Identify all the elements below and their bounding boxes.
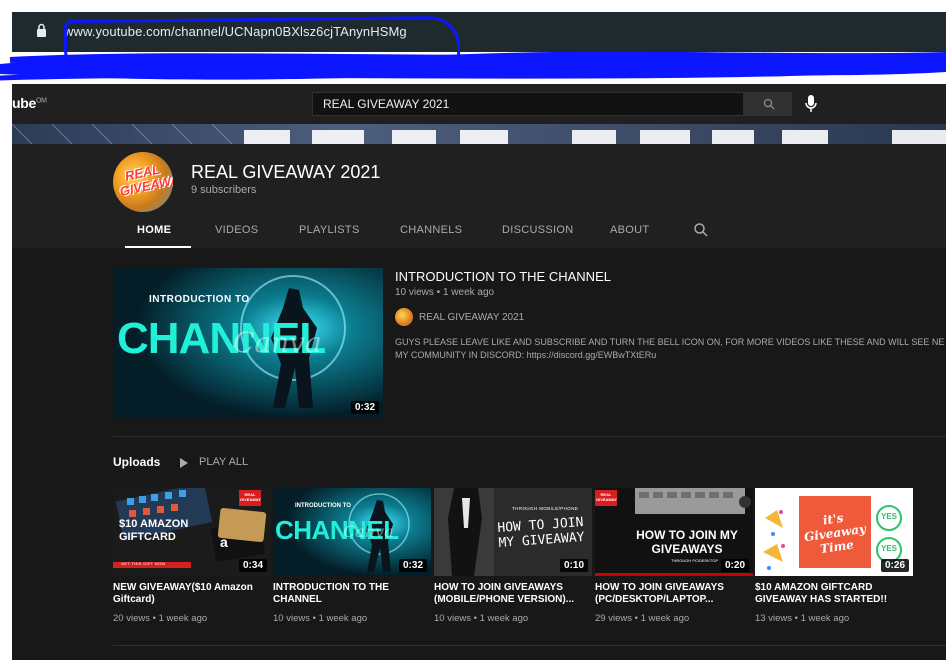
video-duration: 0:26 [880, 559, 909, 572]
video-thumbnail[interactable]: INTRODUCTION TO CHANNEL Canva 0:32 [273, 488, 431, 576]
video-card[interactable]: it's Giveaway Time YES YES 0:26 $10 AMAZ… [755, 488, 913, 624]
featured-thumb-watermark: Canva [233, 326, 322, 359]
featured-video-thumbnail[interactable]: INTRODUCTION TO CHANNEL Canva 0:32 [113, 268, 383, 418]
video-meta: 10 views • 1 week ago [273, 613, 368, 624]
video-thumbnail[interactable]: REAL GIVEAWAY HOW TO JOIN MY GIVEAWAYS T… [595, 488, 753, 576]
play-all-label: PLAY ALL [199, 456, 249, 468]
search-icon [763, 98, 775, 110]
video-card[interactable]: $10 AMAZON GIFTCARD GET THIS GIFT NOW RE… [113, 488, 271, 624]
video-title[interactable]: HOW TO JOIN GIVEAWAYS (MOBILE/PHONE VERS… [434, 582, 592, 608]
search-button[interactable] [744, 92, 792, 116]
tab-videos[interactable]: VIDEOS [215, 222, 258, 248]
video-thumbnail[interactable]: THROUGH MOBILE/PHONE HOW TO JOIN MY GIVE… [434, 488, 592, 576]
card4-thumb-badge: REAL GIVEAWAY [596, 492, 617, 502]
youtube-topbar: ubeOM REAL GIVEAWAY 2021 [12, 84, 946, 124]
tab-channels[interactable]: CHANNELS [400, 222, 462, 248]
card5-thumb-big-text: it's Giveaway Time [803, 510, 867, 557]
video-title[interactable]: NEW GIVEAWAY($10 Amazon Giftcard) [113, 582, 271, 608]
video-duration: 0:34 [238, 559, 267, 572]
card2-thumb-watermark: Canva [343, 522, 394, 541]
search-input-value: REAL GIVEAWAY 2021 [323, 97, 450, 111]
channel-search-icon[interactable] [693, 222, 709, 238]
card2-thumb-top-text: INTRODUCTION TO [295, 503, 351, 509]
avatar-logo-text: REAL GIVEAWAY [118, 161, 173, 200]
featured-video-title[interactable]: INTRODUCTION TO THE CHANNEL [395, 269, 611, 284]
video-meta: 10 views • 1 week ago [434, 613, 529, 624]
video-thumbnail[interactable]: it's Giveaway Time YES YES 0:26 [755, 488, 913, 576]
section-divider [113, 436, 946, 437]
youtube-logo[interactable]: ubeOM [12, 95, 47, 111]
channel-banner [12, 124, 946, 144]
tab-playlists[interactable]: PLAYLISTS [299, 222, 360, 248]
card1-thumb-ribbon: GET THIS GIFT NOW [121, 561, 166, 566]
tab-home[interactable]: HOME [125, 222, 191, 248]
card1-thumb-text: $10 AMAZON GIFTCARD [119, 518, 189, 543]
search-input[interactable]: REAL GIVEAWAY 2021 [312, 92, 744, 116]
channel-header: REAL GIVEAWAY REAL GIVEAWAY 2021 9 subsc… [12, 144, 946, 248]
featured-duration: 0:32 [350, 401, 379, 414]
featured-description: GUYS PLEASE LEAVE LIKE AND SUBSCRIBE AND… [395, 337, 945, 360]
card4-thumb-big-text: HOW TO JOIN MY GIVEAWAYS [636, 528, 738, 556]
video-duration: 0:10 [559, 559, 588, 572]
featured-channel-name[interactable]: REAL GIVEAWAY 2021 [419, 312, 524, 323]
tab-about[interactable]: ABOUT [610, 222, 649, 248]
youtube-app: ubeOM REAL GIVEAWAY 2021 REAL GIVEAWAY R… [12, 84, 946, 660]
channel-name: REAL GIVEAWAY 2021 [191, 162, 381, 182]
video-meta: 13 views • 1 week ago [755, 613, 850, 624]
subscriber-count: 9 subscribers [191, 184, 257, 196]
card3-thumb-small-text: THROUGH MOBILE/PHONE [512, 506, 579, 511]
amazon-card-logo: a [220, 534, 228, 550]
yes-badge-bottom: YES [880, 544, 897, 553]
video-meta: 20 views • 1 week ago [113, 613, 208, 624]
featured-thumb-top-text: INTRODUCTION TO [149, 294, 250, 305]
featured-channel-avatar[interactable] [395, 308, 413, 326]
section-divider-bottom [113, 645, 946, 646]
video-duration: 0:20 [720, 559, 749, 572]
uploads-heading[interactable]: Uploads [113, 455, 160, 469]
featured-video-meta: 10 views • 1 week ago [395, 287, 495, 298]
video-meta: 29 views • 1 week ago [595, 613, 690, 624]
lock-icon [37, 23, 46, 37]
yes-badge-top: YES [880, 512, 897, 521]
video-thumbnail[interactable]: $10 AMAZON GIFTCARD GET THIS GIFT NOW RE… [113, 488, 271, 576]
microphone-icon[interactable] [804, 94, 818, 114]
card4-thumb-small-text: THROUGH PC/DESKTOP [671, 558, 719, 563]
card1-thumb-badge: REAL GIVEAWAY [240, 492, 261, 502]
video-card[interactable]: REAL GIVEAWAY HOW TO JOIN MY GIVEAWAYS T… [595, 488, 753, 624]
video-title[interactable]: $10 AMAZON GIFTCARD GIVEAWAY HAS STARTED… [755, 582, 913, 608]
play-icon [180, 458, 188, 468]
video-title[interactable]: INTRODUCTION TO THE CHANNEL [273, 582, 431, 608]
channel-avatar[interactable]: REAL GIVEAWAY [113, 152, 173, 212]
browser-address-bar[interactable]: www.youtube.com/channel/UCNapn0BXlsz6cjT… [12, 12, 946, 67]
video-duration: 0:32 [398, 559, 427, 572]
redaction-scribble [0, 51, 946, 81]
tab-discussion[interactable]: DISCUSSION [502, 222, 573, 248]
video-card[interactable]: THROUGH MOBILE/PHONE HOW TO JOIN MY GIVE… [434, 488, 592, 624]
video-card[interactable]: INTRODUCTION TO CHANNEL Canva 0:32 INTRO… [273, 488, 431, 624]
video-title[interactable]: HOW TO JOIN GIVEAWAYS (PC/DESKTOP/LAPTOP… [595, 582, 753, 608]
